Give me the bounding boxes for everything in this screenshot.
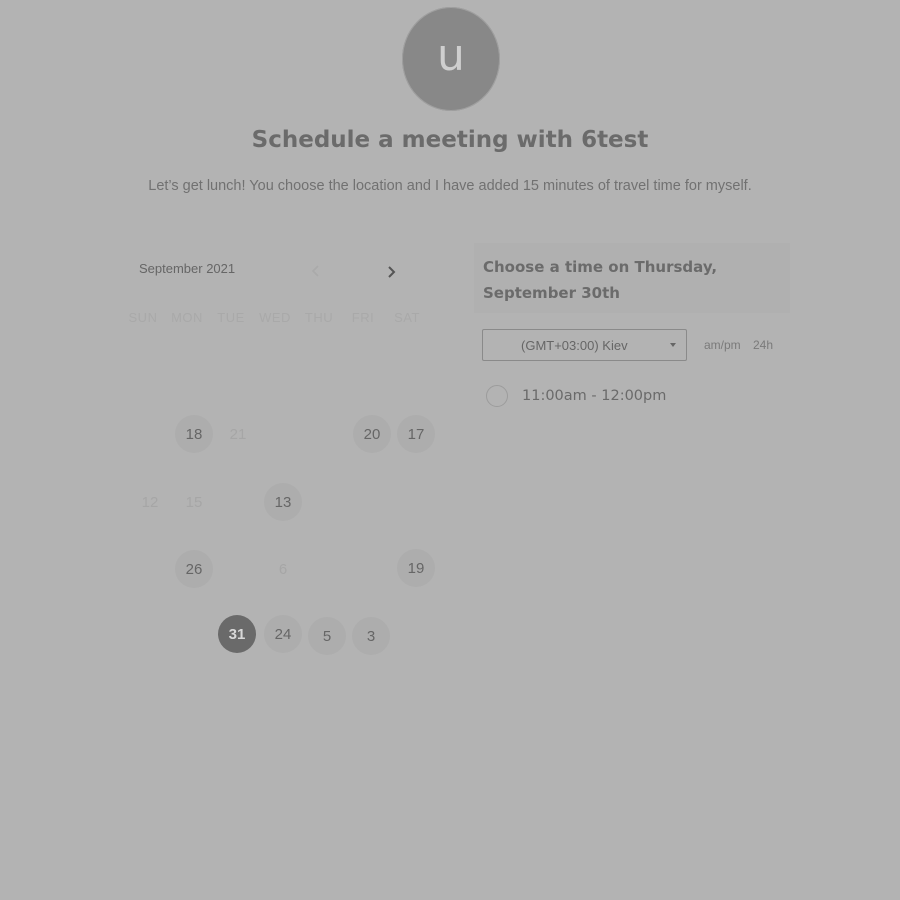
calendar-day: 21 <box>229 425 247 443</box>
weekday-sun: SUN <box>128 310 158 325</box>
avatar-letter: u <box>437 30 465 81</box>
chevron-right-icon[interactable] <box>380 260 402 284</box>
calendar-day-selected[interactable]: 31 <box>218 615 256 653</box>
page-title: Schedule a meeting with 6test <box>251 127 649 153</box>
caret-down-icon <box>670 343 676 347</box>
calendar-day[interactable]: 17 <box>397 415 435 453</box>
time-slot-label: 11:00am - 12:00pm <box>522 388 667 404</box>
calendar-day[interactable]: 26 <box>175 550 213 588</box>
weekday-fri: FRI <box>351 310 375 325</box>
time-heading-line1: Choose a time on Thursday, <box>483 258 718 276</box>
weekday-thu: THU <box>304 310 334 325</box>
calendar-day: 12 <box>141 493 159 511</box>
format-ampm-toggle[interactable]: am/pm <box>704 338 741 352</box>
time-slot[interactable]: 11:00am - 12:00pm <box>486 383 666 409</box>
radio-icon[interactable] <box>486 385 508 407</box>
weekday-wed: WED <box>259 310 291 325</box>
page-description: Let’s get lunch! You choose the location… <box>148 178 752 194</box>
avatar: u <box>402 7 500 111</box>
calendar-day: 15 <box>185 493 203 511</box>
calendar-month-label: September 2021 <box>139 261 236 276</box>
chevron-left-icon[interactable] <box>309 262 323 280</box>
booking-page: u Schedule a meeting with 6test Let’s ge… <box>0 0 900 900</box>
calendar-day[interactable]: 24 <box>264 615 302 653</box>
weekday-sat: SAT <box>394 310 420 325</box>
time-heading-line2: September 30th <box>483 284 620 302</box>
weekday-mon: MON <box>171 310 203 325</box>
format-24h-toggle[interactable]: 24h <box>753 338 773 352</box>
calendar-day: 6 <box>278 560 288 578</box>
timezone-value: (GMT+03:00) Kiev <box>521 338 628 353</box>
calendar-day[interactable]: 19 <box>397 549 435 587</box>
weekday-tue: TUE <box>217 310 245 325</box>
calendar-day[interactable]: 18 <box>175 415 213 453</box>
time-panel-heading: Choose a time on Thursday, September 30t… <box>474 243 790 313</box>
calendar-day[interactable]: 5 <box>308 617 346 655</box>
timezone-select[interactable]: (GMT+03:00) Kiev <box>482 329 687 361</box>
calendar-day[interactable]: 3 <box>352 617 390 655</box>
calendar-day[interactable]: 20 <box>353 415 391 453</box>
calendar-day[interactable]: 13 <box>264 483 302 521</box>
